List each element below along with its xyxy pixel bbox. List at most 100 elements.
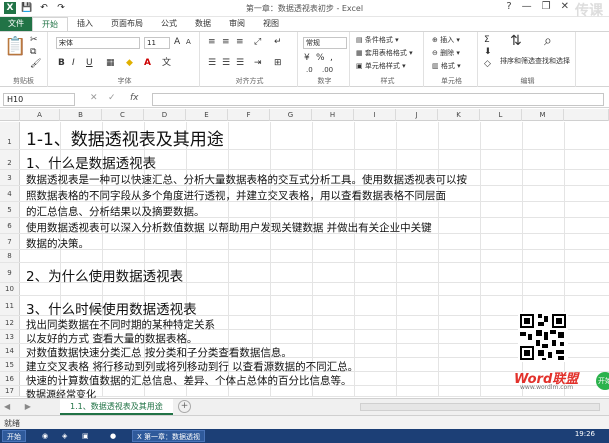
clear-icon[interactable]: ◇ (484, 59, 491, 70)
binoculars-icon[interactable]: ⌕ (544, 34, 552, 48)
row-number[interactable]: 3 (0, 170, 20, 185)
insert-function-icon[interactable]: fx (130, 93, 139, 103)
delete-cells-button[interactable]: ⊖ 删除 ▾ (432, 48, 460, 58)
bold-button[interactable]: B (58, 58, 65, 69)
table-row[interactable]: 8 (0, 250, 609, 263)
close-icon[interactable]: ✕ (561, 1, 569, 12)
align-top-icon[interactable]: ≡ (208, 37, 216, 48)
table-row[interactable]: 4 照数据表格的不同字段从多个角度进行透视，并建立交叉表格，用以查看数据表格不同… (0, 186, 609, 202)
column-header[interactable]: G (270, 109, 312, 121)
help-icon[interactable]: ? (506, 1, 511, 12)
align-right-icon[interactable]: ☰ (236, 58, 244, 69)
row-number[interactable]: 8 (0, 250, 20, 262)
tab-view[interactable]: 视图 (254, 17, 288, 31)
sort-filter-icon[interactable]: ⇅ (510, 34, 522, 48)
comma-button[interactable]: , (330, 53, 333, 64)
taskbar-app-icon[interactable]: ◉ (42, 430, 48, 442)
table-row[interactable]: 17 数据源经常变化 (0, 386, 609, 401)
row-number[interactable]: 2 (0, 150, 20, 169)
table-row[interactable]: 2 1、什么是数据透视表 (0, 150, 609, 172)
section-heading-cell[interactable]: 3、什么时候使用数据透视表 (26, 298, 197, 318)
find-select-label[interactable]: 查找和选择 (535, 56, 570, 66)
indent-icon[interactable]: ⇥ (254, 58, 262, 69)
row-number[interactable]: 14 (0, 344, 20, 357)
row-number[interactable]: 16 (0, 372, 20, 385)
cell-styles-button[interactable]: ▣ 单元格样式 ▾ (356, 61, 406, 71)
copy-icon[interactable]: ⧉ (30, 47, 36, 58)
underline-button[interactable]: U (86, 58, 93, 69)
row-number[interactable]: 4 (0, 186, 20, 201)
formula-input[interactable] (152, 93, 604, 106)
row-number[interactable]: 9 (0, 263, 20, 282)
increase-decimal-icon[interactable]: .0 (306, 65, 313, 76)
column-header[interactable]: K (438, 109, 480, 121)
row-number[interactable]: 6 (0, 218, 20, 233)
number-format-select[interactable]: 常规 (303, 37, 347, 49)
border-icon[interactable]: ▦ (106, 58, 115, 69)
table-row[interactable]: 9 2、为什么使用数据透视表 (0, 263, 609, 285)
floating-badge[interactable]: 开始 (596, 372, 609, 390)
percent-button[interactable]: % (316, 53, 325, 64)
column-header[interactable]: B (60, 109, 102, 121)
wrap-text-icon[interactable]: ↵ (274, 37, 282, 48)
align-bottom-icon[interactable]: ≡ (236, 37, 244, 48)
column-header[interactable]: C (102, 109, 144, 121)
text-cell[interactable]: 数据透视表是一种可以快速汇总、分析大量数据表格的交互式分析工具。使用数据透视表可… (26, 172, 467, 187)
select-all-corner[interactable] (0, 109, 20, 121)
column-header[interactable]: A (20, 109, 60, 121)
align-middle-icon[interactable]: ≡ (222, 37, 230, 48)
tab-home[interactable]: 开始 (32, 17, 68, 31)
column-header[interactable]: E (186, 109, 228, 121)
font-size-select[interactable]: 11 (144, 37, 170, 49)
text-cell[interactable]: 照数据表格的不同字段从多个角度进行透视，并建立交叉表格，用以查看数据表格不同层面 (26, 188, 446, 203)
text-cell[interactable]: 使用数据透视表可以深入分析数值数据 以帮助用户发现关键数据 并做出有关企业中关键 (26, 220, 432, 235)
table-row[interactable]: 10 (0, 283, 609, 296)
sheet-nav-arrows[interactable]: ◀ ▶ (4, 402, 37, 411)
sheet-tab-active[interactable]: 1.1、数据透视表及其用途 (60, 399, 173, 415)
orientation-icon[interactable]: ⤢ (254, 37, 261, 48)
decrease-decimal-icon[interactable]: .00 (322, 65, 333, 76)
column-header[interactable]: J (396, 109, 438, 121)
tab-page-layout[interactable]: 页面布局 (102, 17, 152, 31)
add-sheet-button[interactable]: + (178, 400, 191, 413)
taskbar-excel-item[interactable]: X 第一章：数据透视 (132, 430, 206, 442)
section-heading-cell[interactable]: 2、为什么使用数据透视表 (26, 265, 183, 285)
start-button[interactable]: 开始 (2, 430, 26, 442)
paste-icon[interactable]: 📋 (4, 36, 26, 58)
phonetic-icon[interactable]: 文 (162, 58, 171, 69)
merge-center-icon[interactable]: ⊞ (274, 58, 282, 69)
minimize-icon[interactable]: — (522, 1, 532, 12)
row-number[interactable]: 12 (0, 316, 20, 329)
cancel-icon[interactable]: ✕ (90, 93, 98, 103)
fill-color-icon[interactable]: ◆ (126, 58, 133, 69)
sort-filter-label[interactable]: 排序和筛选 (500, 56, 535, 66)
horizontal-scrollbar[interactable] (360, 403, 600, 411)
column-header[interactable]: M (522, 109, 564, 121)
font-grow-icon[interactable]: A (174, 37, 180, 48)
conditional-format-button[interactable]: ▤ 条件格式 ▾ (356, 35, 399, 45)
italic-button[interactable]: I (72, 58, 75, 69)
column-header[interactable]: L (480, 109, 522, 121)
align-left-icon[interactable]: ☰ (208, 58, 216, 69)
tab-data[interactable]: 数据 (186, 17, 220, 31)
autosum-button[interactable]: Σ (484, 35, 490, 46)
table-row[interactable]: 3 数据透视表是一种可以快速汇总、分析大量数据表格的交互式分析工具。使用数据透视… (0, 170, 609, 186)
font-color-icon[interactable]: A (144, 58, 151, 69)
table-row[interactable]: 5 的汇总信息、分析结果以及摘要数据。 (0, 202, 609, 218)
row-number[interactable]: 15 (0, 358, 20, 371)
tab-insert[interactable]: 插入 (68, 17, 102, 31)
insert-cells-button[interactable]: ⊕ 插入 ▾ (432, 35, 460, 45)
font-shrink-icon[interactable]: A (186, 37, 191, 48)
text-cell[interactable]: 数据的决策。 (26, 236, 89, 251)
taskbar-app-icon[interactable]: ◈ (62, 430, 67, 442)
format-painter-icon[interactable]: 🖌 (30, 59, 41, 70)
row-number[interactable]: 5 (0, 202, 20, 217)
format-as-table-button[interactable]: ▦ 套用表格格式 ▾ (356, 48, 413, 58)
text-cell[interactable]: 的汇总信息、分析结果以及摘要数据。 (26, 204, 205, 219)
tab-file[interactable]: 文件 (0, 17, 32, 31)
row-number[interactable]: 17 (0, 386, 20, 396)
row-number[interactable]: 10 (0, 283, 20, 295)
table-row[interactable]: 6 使用数据透视表可以深入分析数值数据 以帮助用户发现关键数据 并做出有关企业中… (0, 218, 609, 234)
row-number[interactable]: 1 (0, 122, 20, 149)
align-center-icon[interactable]: ☰ (222, 58, 230, 69)
